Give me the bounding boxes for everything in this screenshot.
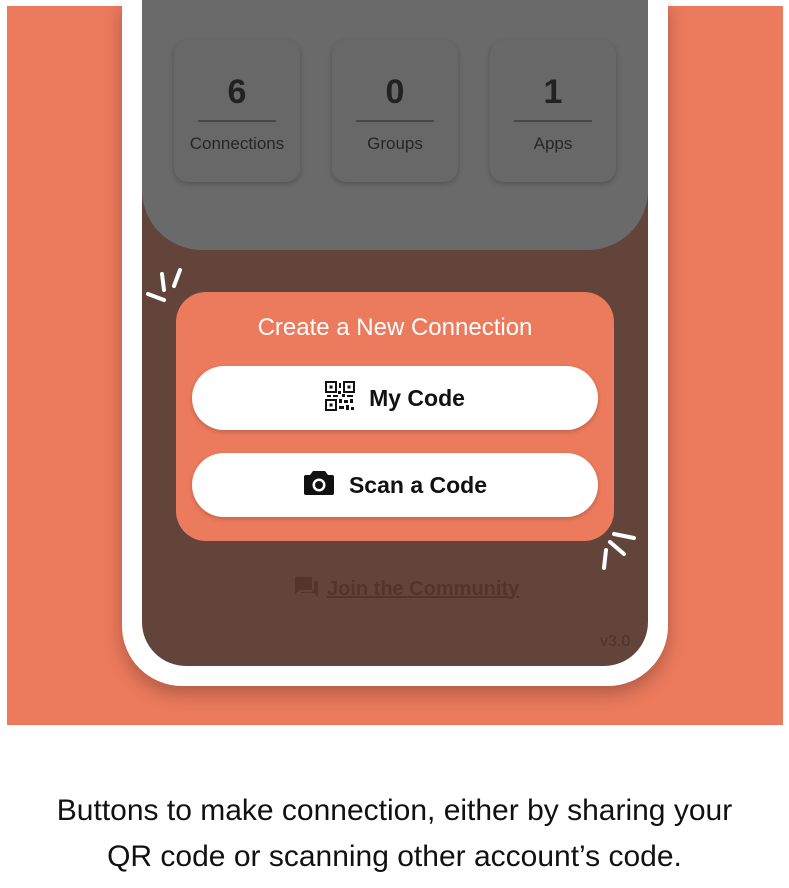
my-code-button[interactable]: My Code	[192, 366, 598, 430]
join-community-link[interactable]: Join the Community	[293, 574, 519, 604]
create-connection-title: Create a New Connection	[257, 314, 533, 341]
stat-label: Connections	[189, 134, 285, 153]
stat-card-connections[interactable]: 6 Connections	[174, 40, 300, 182]
my-code-label: My Code	[369, 384, 465, 411]
caption-line-2: QR code or scanning other account’s code…	[107, 840, 682, 873]
camera-icon	[303, 469, 335, 502]
stat-label: Apps	[533, 134, 573, 153]
emphasis-marks-top-left-icon	[146, 268, 182, 302]
create-connection-card: Create a New Connection My Code Scan a C…	[176, 292, 614, 541]
stats-header-area: 6 Connections 0 Groups 1 Apps	[142, 0, 648, 250]
stat-value: 0	[385, 73, 405, 111]
stat-label: Groups	[367, 134, 423, 153]
stat-card-apps[interactable]: 1 Apps	[490, 40, 616, 182]
qr-code-icon	[325, 380, 356, 416]
stat-value: 1	[543, 73, 563, 111]
caption-line-1: Buttons to make connection, either by sh…	[56, 794, 733, 827]
emphasis-marks-bottom-right-icon	[602, 532, 636, 570]
stat-card-groups[interactable]: 0 Groups	[332, 40, 458, 182]
app-version: v3.0	[600, 633, 631, 650]
join-community-label: Join the Community	[327, 577, 520, 600]
stat-value: 6	[227, 73, 247, 111]
scan-code-label: Scan a Code	[348, 471, 488, 498]
caption: Buttons to make connection, either by sh…	[0, 788, 789, 880]
stat-divider	[198, 120, 276, 122]
page: 6 Connections 0 Groups 1 Apps Create a N…	[0, 0, 789, 888]
chat-bubbles-icon	[293, 575, 319, 604]
stat-divider	[514, 120, 592, 122]
scan-code-button[interactable]: Scan a Code	[192, 453, 598, 517]
stat-divider	[356, 120, 434, 122]
